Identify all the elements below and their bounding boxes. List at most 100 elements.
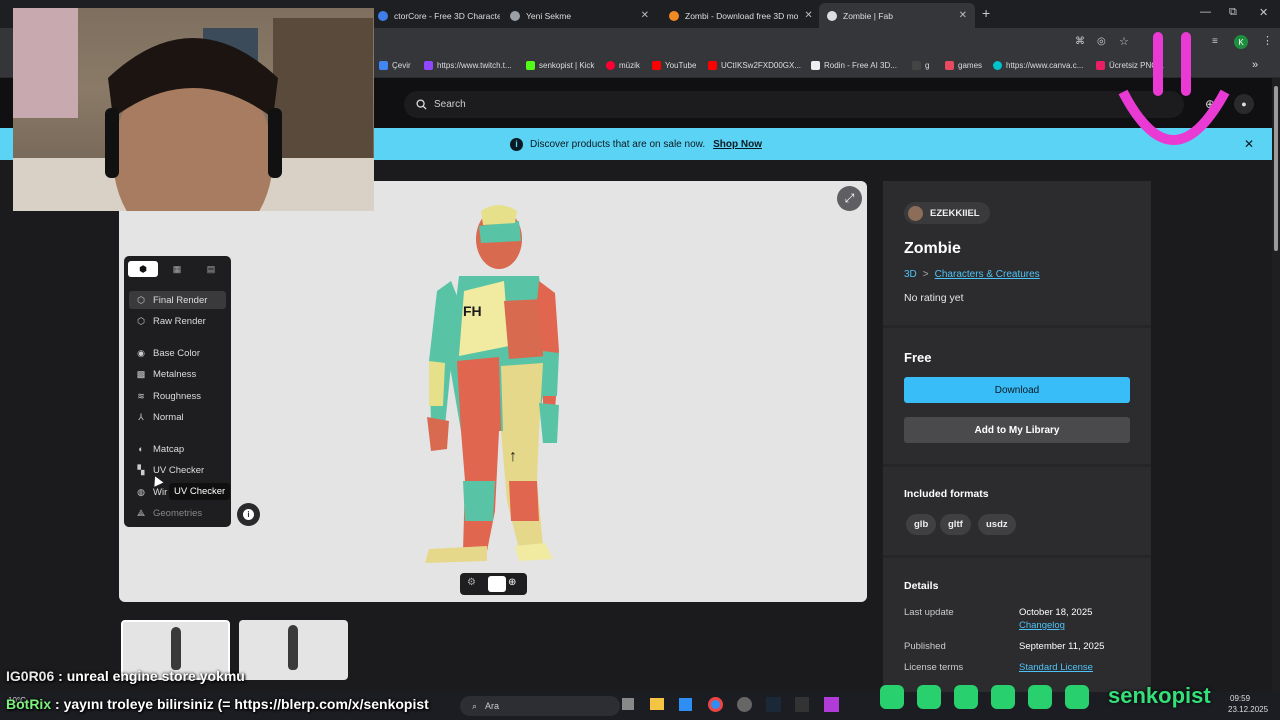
tab-new-tab[interactable]: Yeni Sekme ✕	[502, 3, 657, 28]
wireframe-icon: ◍	[137, 486, 145, 497]
bell-icon	[1065, 685, 1089, 709]
view-toggle[interactable]: ⚙ ⊕	[460, 573, 527, 595]
bookmark-label: müzik	[619, 61, 640, 70]
bookmark-item[interactable]: games	[945, 61, 982, 70]
bookmark-item[interactable]: Rodin - Free AI 3D...	[811, 61, 897, 70]
bookmark-item[interactable]: https://www.twitch.t...	[424, 61, 512, 70]
add-to-library-button[interactable]: Add to My Library	[904, 417, 1130, 443]
store-icon[interactable]	[679, 698, 692, 711]
breadcrumb-3d[interactable]: 3D	[904, 269, 917, 280]
menu-item-matcap[interactable]: ◐ Matcap	[129, 440, 226, 458]
translate-icon	[379, 61, 388, 70]
tiktok-icon	[917, 685, 941, 709]
fullscreen-button[interactable]: ⤢	[837, 186, 862, 211]
menu-label: Normal	[153, 411, 184, 423]
profile-avatar[interactable]: K	[1234, 35, 1248, 49]
tab-zombie-fab[interactable]: Zombie | Fab ✕	[819, 3, 975, 28]
bookmark-item[interactable]: müzik	[606, 61, 640, 70]
settings-icon[interactable]: ⚙	[467, 577, 476, 588]
search-input[interactable]: Search	[404, 91, 1184, 118]
bookmark-label: Çevir	[392, 61, 411, 70]
toggle-knob[interactable]	[488, 576, 506, 592]
info-icon: i	[243, 509, 254, 520]
clock-time[interactable]: 09:59	[1230, 694, 1250, 703]
format-badge: usdz	[978, 514, 1016, 535]
close-icon[interactable]: ✕	[635, 10, 649, 21]
chrome-icon[interactable]	[708, 697, 723, 712]
cube-icon: ⬡	[137, 294, 145, 305]
formats-card	[883, 467, 1151, 555]
close-icon[interactable]: ✕	[953, 10, 967, 21]
menu-item-normal[interactable]: ⅄ Normal	[129, 408, 226, 426]
search-icon	[416, 99, 427, 110]
menu-item-base-color[interactable]: ◉ Base Color	[129, 344, 226, 362]
translate-icon[interactable]: ⌘	[1075, 36, 1085, 47]
menu-item-raw-render[interactable]: ⬡ Raw Render	[129, 312, 226, 330]
chat-text: : yayını troleye bilirsiniz (= https://b…	[51, 696, 429, 712]
bookmark-item[interactable]: g	[912, 61, 929, 70]
eye-off-icon[interactable]: ◎	[1097, 36, 1106, 47]
download-button[interactable]: Download	[904, 377, 1130, 403]
info-button[interactable]: i	[237, 503, 260, 526]
model-viewer[interactable]: FH ↑	[119, 181, 867, 602]
youtube-icon	[708, 61, 717, 70]
more-icon[interactable]: ⋮	[1262, 34, 1273, 47]
mode-tabs: ⬢ ▦ ▤	[128, 261, 226, 277]
zoom-icon[interactable]: ⊕	[508, 577, 516, 588]
chat-user: IG0R06	[6, 668, 55, 684]
menu-item-metalness[interactable]: ▩ Metalness	[129, 365, 226, 383]
taskbar-search[interactable]: ⌕ Ara	[460, 696, 620, 716]
metalness-icon: ▩	[136, 368, 146, 379]
svg-text:FH: FH	[463, 303, 482, 319]
chat-message: BotRix : yayını troleye bilirsiniz (= ht…	[6, 696, 429, 712]
file-explorer-icon[interactable]	[650, 698, 664, 710]
creator-badge[interactable]: EZEKKIIEL	[904, 202, 990, 224]
more-bookmarks-icon[interactable]: »	[1252, 59, 1258, 71]
tab-zombi-download[interactable]: Zombi - Download free 3D mo ✕	[661, 3, 816, 28]
menu-item-geometries[interactable]: ⟁ Geometries	[129, 504, 226, 522]
close-icon[interactable]: ✕	[1244, 137, 1254, 151]
changelog-link[interactable]: Changelog	[1019, 620, 1065, 631]
user-icon[interactable]: ●	[1234, 94, 1254, 114]
checker-icon: ▚	[137, 464, 145, 475]
new-tab-button[interactable]: +	[982, 5, 990, 21]
menu-item-uv-checker[interactable]: ▚ UV Checker	[129, 461, 226, 479]
minimize-icon[interactable]: —	[1200, 6, 1211, 18]
menu-item-final-render[interactable]: ⬡ Final Render	[129, 291, 226, 309]
kick-icon	[912, 61, 921, 70]
thumbnail-2[interactable]	[239, 620, 348, 680]
tab-label: Yeni Sekme	[526, 10, 572, 21]
tab-3d-mode[interactable]: ⬢	[128, 261, 158, 277]
canva-icon	[993, 61, 1002, 70]
bookmark-item[interactable]: senkopist | Kick	[526, 61, 594, 70]
info-icon: i	[510, 137, 523, 151]
clock-date[interactable]: 23.12.2025	[1228, 705, 1268, 714]
tab-actorcore[interactable]: ctorCore - Free 3D Characters ✕	[370, 3, 500, 28]
close-icon[interactable]: ✕	[798, 10, 812, 21]
app-icon[interactable]	[824, 697, 839, 712]
tab-image-mode[interactable]: ▤	[196, 261, 226, 277]
restore-icon[interactable]: ⧉	[1229, 6, 1237, 19]
breadcrumb-characters[interactable]: Characters & Creatures	[935, 269, 1040, 280]
steam-icon[interactable]	[766, 697, 781, 712]
task-view-icon[interactable]	[622, 698, 634, 710]
shop-now-link[interactable]: Shop Now	[713, 139, 762, 150]
close-window-icon[interactable]: ✕	[1259, 6, 1268, 19]
tab-texture-mode[interactable]: ▦	[162, 261, 192, 277]
chat-user: BotRix	[6, 696, 52, 712]
bookmark-item[interactable]: YouTube	[652, 61, 696, 70]
github-icon[interactable]	[737, 697, 752, 712]
fab-icon	[827, 10, 837, 21]
detail-label: Last update	[904, 607, 954, 618]
bookmark-label: https://www.twitch.t...	[437, 61, 512, 70]
scrollbar-thumb[interactable]	[1274, 86, 1278, 251]
license-link[interactable]: Standard License	[1019, 662, 1093, 673]
bookmark-item[interactable]: Çevir	[379, 61, 411, 70]
menu-item-roughness[interactable]: ≋ Roughness	[129, 387, 226, 405]
bookmark-item[interactable]: https://www.canva.c...	[993, 61, 1083, 70]
format-badge: glb	[906, 514, 937, 535]
thumbnail-image	[288, 625, 298, 670]
page-scrollbar[interactable]	[1272, 78, 1280, 692]
bookmark-item[interactable]: UCtIKSw2FXD00GX...	[708, 61, 801, 70]
epic-games-icon[interactable]	[795, 697, 809, 712]
